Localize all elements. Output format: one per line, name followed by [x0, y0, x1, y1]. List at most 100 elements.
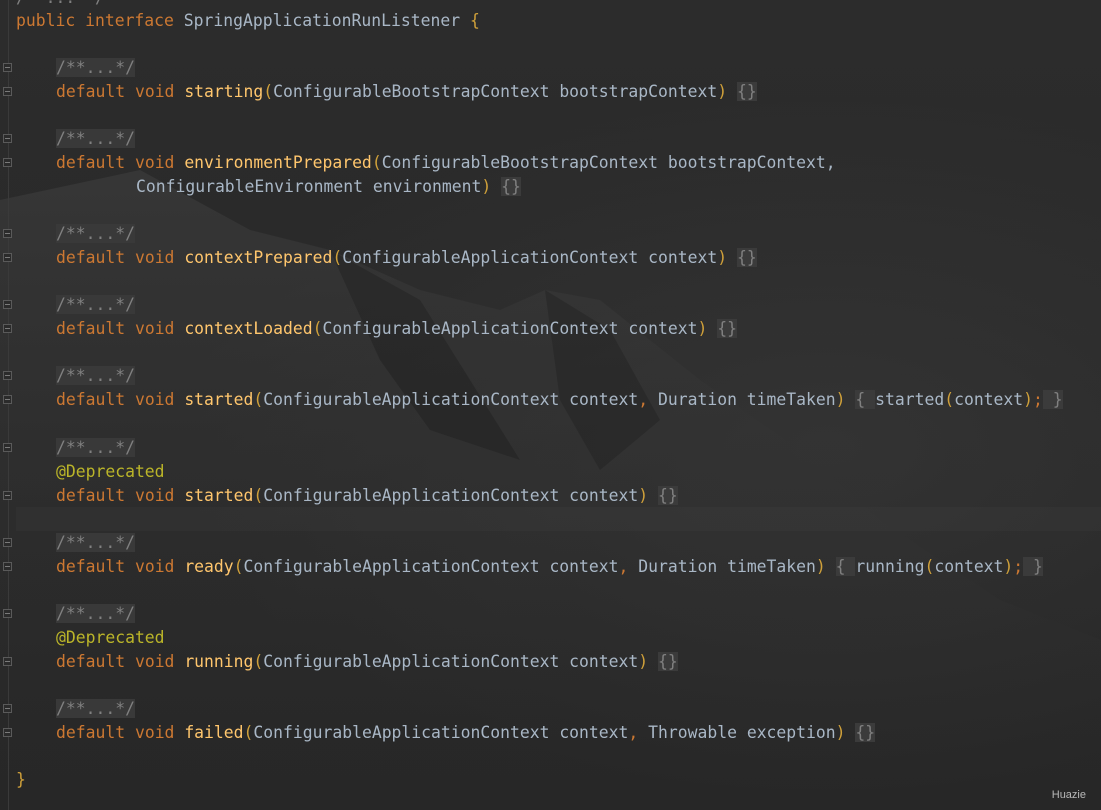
fold-toggle-icon[interactable] [3, 657, 12, 666]
fold-toggle-icon[interactable] [3, 371, 12, 380]
paren: ( [253, 390, 264, 409]
folded-comment[interactable]: /**...*/ [56, 295, 135, 314]
folded-body-close[interactable]: } [1052, 390, 1063, 409]
paren: ) [481, 177, 492, 196]
fold-toggle-icon[interactable] [3, 491, 12, 500]
keyword: void [134, 153, 175, 172]
argument: context [934, 557, 1004, 576]
code-line-doc-comment: /**...*/ [56, 293, 135, 317]
fold-toggle-icon[interactable] [3, 562, 12, 571]
paren: ) [1023, 390, 1034, 409]
annotation: @Deprecated [56, 462, 165, 481]
annotation: @Deprecated [56, 628, 165, 647]
code-line-method-environment-prepared-cont: ConfigurableEnvironment environment) {} [136, 175, 521, 199]
fold-toggle-icon[interactable] [3, 158, 12, 167]
comma: , [638, 390, 649, 409]
folded-body[interactable]: {} [855, 723, 876, 742]
folded-body-open[interactable]: { [835, 557, 846, 576]
keyword: void [134, 82, 175, 101]
code-line-annotation: @Deprecated [56, 626, 165, 650]
fold-toggle-icon[interactable] [3, 87, 12, 96]
keyword: default [56, 248, 126, 267]
folded-comment[interactable]: /**...*/ [56, 699, 135, 718]
semicolon: ; [1013, 557, 1024, 576]
method-name: failed [184, 723, 244, 742]
folded-comment[interactable]: /**...*/ [56, 604, 135, 623]
keyword: void [134, 390, 175, 409]
keyword: default [56, 153, 126, 172]
fold-toggle-icon[interactable] [3, 395, 12, 404]
paren: ) [835, 390, 846, 409]
code-area[interactable]: /* ... */ public interface SpringApplica… [0, 0, 1101, 810]
folded-body[interactable]: {} [717, 319, 737, 338]
parameters: ConfigurableApplicationContext context [322, 319, 698, 338]
paren: ) [697, 319, 708, 338]
folded-comment[interactable]: /**...*/ [56, 224, 135, 243]
keyword: void [134, 248, 175, 267]
keyword: interface [85, 11, 174, 30]
code-line-method-started-duration: default void started(ConfigurableApplica… [56, 388, 1063, 412]
folded-body[interactable]: {} [736, 248, 757, 267]
method-name: contextPrepared [184, 248, 333, 267]
folded-comment[interactable]: /**...*/ [56, 533, 135, 552]
folded-comment[interactable]: /**...*/ [56, 366, 135, 385]
parameters: Duration timeTaken [638, 557, 816, 576]
fold-toggle-icon[interactable] [3, 300, 12, 309]
parameters: Duration timeTaken [658, 390, 836, 409]
method-call: started [875, 390, 945, 409]
folded-comment[interactable]: /**...*/ [56, 129, 135, 148]
fold-toggle-icon[interactable] [3, 609, 12, 618]
code-line-method-environment-prepared: default void environmentPrepared(Configu… [56, 151, 836, 175]
paren: ) [638, 652, 649, 671]
brace: { [469, 11, 480, 30]
parameters: ConfigurableBootstrapContext bootstrapCo… [273, 82, 718, 101]
folded-body[interactable]: {} [658, 652, 678, 671]
interface-name: SpringApplicationRunListener [183, 11, 461, 30]
folded-comment[interactable]: /**...*/ [56, 438, 135, 457]
code-line-method-running: default void running(ConfigurableApplica… [56, 650, 678, 674]
paren: ( [371, 153, 382, 172]
folded-comment[interactable]: /**...*/ [56, 58, 135, 77]
fold-toggle-icon[interactable] [3, 538, 12, 547]
keyword: default [56, 82, 126, 101]
paren: ) [1003, 557, 1014, 576]
keyword: default [56, 723, 126, 742]
code-line-doc-comment: /**...*/ [56, 364, 135, 388]
method-name: running [184, 652, 254, 671]
fold-toggle-icon[interactable] [3, 728, 12, 737]
paren: ( [312, 319, 323, 338]
fold-toggle-icon[interactable] [3, 704, 12, 713]
fold-toggle-icon[interactable] [3, 229, 12, 238]
folded-body-close[interactable]: } [1033, 557, 1043, 576]
folded-body[interactable]: {} [501, 177, 521, 196]
fold-toggle-icon[interactable] [3, 134, 12, 143]
keyword: void [134, 319, 175, 338]
fold-toggle-icon[interactable] [3, 253, 12, 262]
folded-body[interactable]: {} [658, 486, 678, 505]
paren: ) [835, 723, 846, 742]
parameters: ConfigurableBootstrapContext bootstrapCo… [381, 153, 836, 172]
fold-toggle-icon[interactable] [3, 324, 12, 333]
keyword: void [134, 486, 175, 505]
keyword: public [16, 11, 76, 30]
fold-toggle-icon[interactable] [3, 63, 12, 72]
keyword: default [56, 652, 126, 671]
code-line-doc-comment: /**...*/ [56, 436, 135, 460]
code-editor[interactable]: /* ... */ public interface SpringApplica… [0, 0, 1101, 810]
comment: /* ... */ [16, 0, 105, 7]
parameters: Throwable exception [648, 723, 836, 742]
code-line-method-context-prepared: default void contextPrepared(Configurabl… [56, 246, 757, 270]
fold-toggle-icon[interactable] [3, 443, 12, 452]
comma: , [618, 557, 629, 576]
code-line-close-brace: } [16, 768, 26, 792]
folded-body-open[interactable]: { [855, 390, 866, 409]
method-name: environmentPrepared [184, 153, 372, 172]
method-name: starting [184, 82, 264, 101]
code-line-doc-comment: /**...*/ [56, 56, 135, 80]
method-name: ready [184, 557, 234, 576]
paren: ( [233, 557, 244, 576]
code-line-doc-comment: /**...*/ [56, 602, 135, 626]
folded-body[interactable]: {} [736, 82, 757, 101]
code-line-doc-comment: /**...*/ [56, 222, 135, 246]
paren: ( [253, 486, 264, 505]
